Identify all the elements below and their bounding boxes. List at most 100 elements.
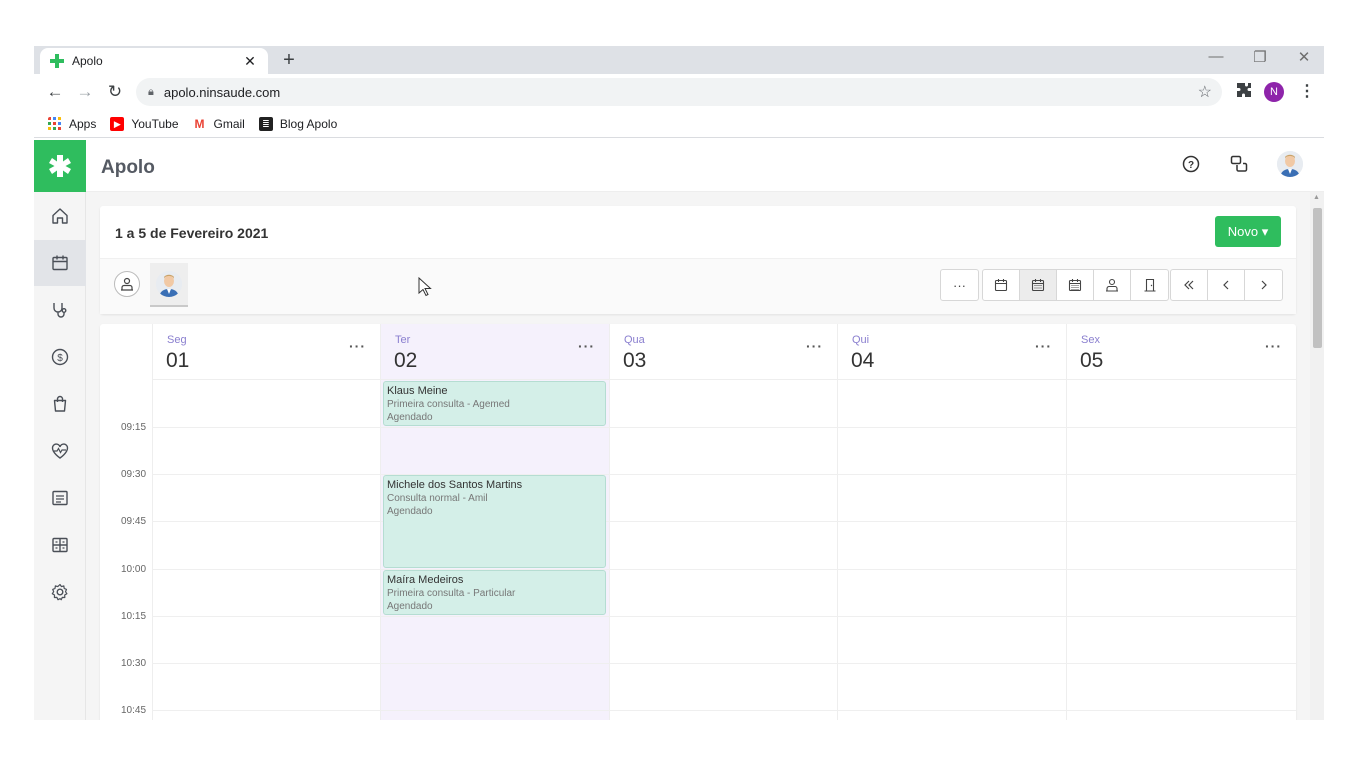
help-icon[interactable]: ?: [1180, 155, 1202, 173]
day-header-monday[interactable]: Seg 01 ···: [152, 324, 380, 380]
omnibox[interactable]: 🔒︎ apolo.ninsaude.com ☆: [136, 78, 1222, 106]
day-more-button[interactable]: ···: [1035, 338, 1052, 354]
day-view-button[interactable]: [983, 270, 1020, 300]
day-column-thursday[interactable]: [837, 380, 1066, 720]
day-number: 03: [623, 349, 647, 372]
day-name: Ter: [395, 334, 411, 346]
day-header-thursday[interactable]: Qui 04 ···: [837, 324, 1066, 380]
week-view-button[interactable]: [1020, 270, 1057, 300]
day-header-wednesday[interactable]: Qua 03 ···: [609, 324, 837, 380]
bookmark-label: Blog Apolo: [279, 116, 338, 131]
browser-tab[interactable]: Apolo ✕: [40, 48, 268, 74]
sidebar: $: [34, 192, 86, 720]
patient-name: Klaus Meine: [387, 385, 448, 397]
day-column-friday[interactable]: [1066, 380, 1296, 720]
sidebar-item-settings[interactable]: [34, 569, 86, 615]
bookmark-gmail[interactable]: M Gmail: [193, 117, 245, 131]
scroll-up-icon[interactable]: ▲: [1313, 194, 1320, 201]
date-range-title: 1 a 5 de Fevereiro 2021: [115, 225, 269, 241]
stethoscope-icon: [53, 303, 67, 318]
bookmark-label: Gmail: [213, 116, 245, 131]
day-column-wednesday[interactable]: [609, 380, 837, 720]
restore-icon[interactable]: ❐: [1246, 48, 1274, 66]
bookmark-apps[interactable]: Apps: [48, 116, 97, 131]
tab-bar: Apolo ✕ + — ❐ ✕: [34, 46, 1324, 74]
sidebar-item-clinical[interactable]: [34, 287, 86, 333]
appointment-status: Agendado: [387, 601, 433, 612]
sidebar-item-dashboard[interactable]: [34, 522, 86, 568]
browser-menu-icon[interactable]: ⋮: [1299, 81, 1315, 101]
appointment-card[interactable]: Klaus Meine Primeira consulta - Agemed A…: [383, 381, 606, 426]
sidebar-item-reports[interactable]: [34, 475, 86, 521]
appointment-card[interactable]: Maíra Medeiros Primeira consulta - Parti…: [383, 570, 606, 615]
reload-icon[interactable]: ↻: [104, 81, 126, 103]
more-options-button[interactable]: ···: [941, 270, 978, 300]
previous-week-button[interactable]: [1208, 270, 1245, 300]
sidebar-item-health[interactable]: [34, 428, 86, 474]
day-header-friday[interactable]: Sex 05 ···: [1066, 324, 1296, 380]
close-tab-icon[interactable]: ✕: [242, 53, 258, 70]
chevron-right-icon: [1261, 280, 1267, 290]
appointment-type: Consulta normal - Amil: [387, 493, 488, 504]
sidebar-item-financial[interactable]: $: [34, 334, 86, 380]
new-tab-icon[interactable]: +: [278, 49, 300, 71]
chevron-left-icon: [1223, 280, 1229, 290]
back-icon[interactable]: ←: [44, 81, 66, 103]
day-name: Seg: [167, 334, 187, 346]
switch-window-icon[interactable]: [1228, 155, 1250, 173]
extensions-icon[interactable]: [1236, 82, 1252, 98]
professional-icon: [1106, 278, 1118, 292]
close-window-icon[interactable]: ✕: [1290, 48, 1318, 66]
scroll-thumb[interactable]: [1313, 208, 1322, 348]
bookmark-youtube[interactable]: ▶ YouTube: [110, 116, 179, 131]
day-column-monday[interactable]: [152, 380, 380, 720]
gear-icon: [51, 583, 68, 601]
month-view-button[interactable]: [1057, 270, 1094, 300]
professional-view-button[interactable]: [1094, 270, 1131, 300]
sidebar-item-sales[interactable]: [34, 381, 86, 427]
hour-line: [152, 521, 1296, 522]
sidebar-item-calendar[interactable]: [34, 240, 86, 286]
bookmark-label: Apps: [69, 116, 97, 131]
day-name: Qua: [624, 334, 645, 346]
day-more-button[interactable]: ···: [349, 338, 366, 354]
bookmark-label: YouTube: [131, 116, 179, 131]
view-mode-group: [982, 269, 1169, 301]
next-week-button[interactable]: [1245, 270, 1282, 300]
day-header-tuesday[interactable]: Ter 02 ···: [380, 324, 609, 380]
navigation-group: [1170, 269, 1283, 301]
apolo-logo-icon[interactable]: [34, 140, 86, 192]
time-label: 10:30: [121, 658, 147, 669]
day-more-button[interactable]: ···: [806, 338, 823, 354]
tab-title: Apolo: [72, 54, 103, 68]
app-header: Apolo ?: [86, 140, 1324, 192]
user-avatar[interactable]: [1277, 151, 1303, 177]
all-professionals-icon[interactable]: [114, 271, 140, 297]
appointment-status: Agendado: [387, 412, 433, 423]
day-more-button[interactable]: ···: [578, 338, 595, 354]
report-icon: [52, 490, 68, 506]
bookmark-star-icon[interactable]: ☆: [1198, 82, 1212, 102]
calendar-week-icon: [1031, 279, 1045, 292]
day-number: 05: [1080, 349, 1104, 372]
appointment-card[interactable]: Michele dos Santos Martins Consulta norm…: [383, 475, 606, 568]
time-label: 09:15: [121, 422, 147, 433]
calendar-header-card: 1 a 5 de Fevereiro 2021 Novo ▾ ···: [100, 206, 1296, 314]
sidebar-item-home[interactable]: [34, 193, 86, 239]
selected-professional[interactable]: [150, 263, 188, 307]
minimize-icon[interactable]: —: [1202, 48, 1230, 65]
dollar-icon: $: [51, 348, 69, 366]
today-button[interactable]: [1171, 270, 1208, 300]
browser-window: Apolo ✕ + — ❐ ✕ ← → ↻ 🔒︎ apolo.ninsaude.…: [34, 46, 1324, 720]
day-more-button[interactable]: ···: [1265, 338, 1282, 354]
bookmark-blog-apolo[interactable]: ≣ Blog Apolo: [258, 116, 338, 131]
day-name: Qui: [852, 334, 870, 346]
forward-icon[interactable]: →: [74, 81, 96, 103]
more-options-group: ···: [940, 269, 979, 301]
room-view-button[interactable]: [1131, 270, 1168, 300]
calendar-icon: [52, 255, 68, 271]
time-label: 10:45: [121, 705, 147, 716]
new-appointment-button[interactable]: Novo ▾: [1215, 216, 1281, 247]
profile-avatar[interactable]: N: [1264, 82, 1284, 102]
page-scrollbar[interactable]: ▲: [1310, 192, 1324, 720]
